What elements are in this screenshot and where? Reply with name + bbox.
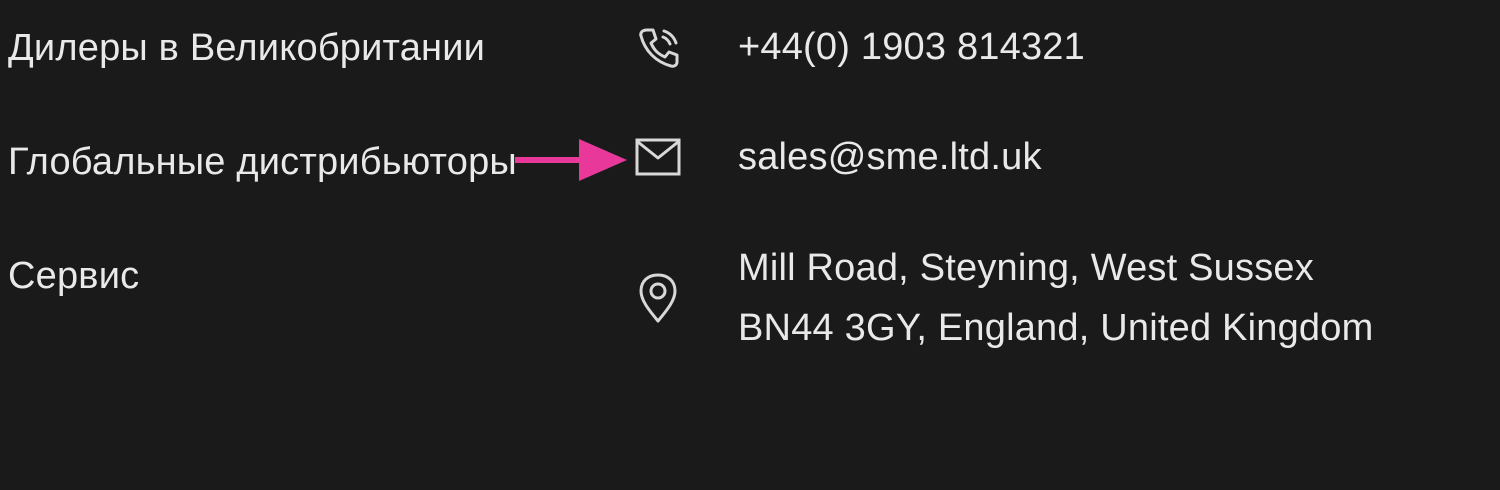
phone-number[interactable]: +44(0) 1903 814321 — [738, 17, 1085, 77]
dealers-uk-link[interactable]: Дилеры в Великобритании — [8, 18, 528, 78]
phone-contact-row[interactable]: +44(0) 1903 814321 — [634, 17, 1085, 77]
global-distributors-link[interactable]: Глобальные дистрибьюторы — [8, 132, 528, 192]
address-contact-row: Mill Road, Steyning, West Sussex BN44 3G… — [634, 238, 1373, 358]
email-contact-row[interactable]: sales@sme.ltd.uk — [634, 127, 1042, 187]
postal-address: Mill Road, Steyning, West Sussex BN44 3G… — [738, 238, 1373, 358]
service-link[interactable]: Сервис — [8, 246, 528, 306]
arrow-right-icon — [515, 139, 627, 181]
address-line-1: Mill Road, Steyning, West Sussex — [738, 247, 1314, 289]
location-pin-icon — [634, 273, 682, 323]
phone-icon — [634, 23, 682, 71]
email-address[interactable]: sales@sme.ltd.uk — [738, 127, 1042, 187]
envelope-icon — [634, 133, 682, 181]
footer-nav: Дилеры в Великобритании Глобальные дистр… — [8, 18, 528, 306]
address-line-2: BN44 3GY, England, United Kingdom — [738, 307, 1374, 349]
